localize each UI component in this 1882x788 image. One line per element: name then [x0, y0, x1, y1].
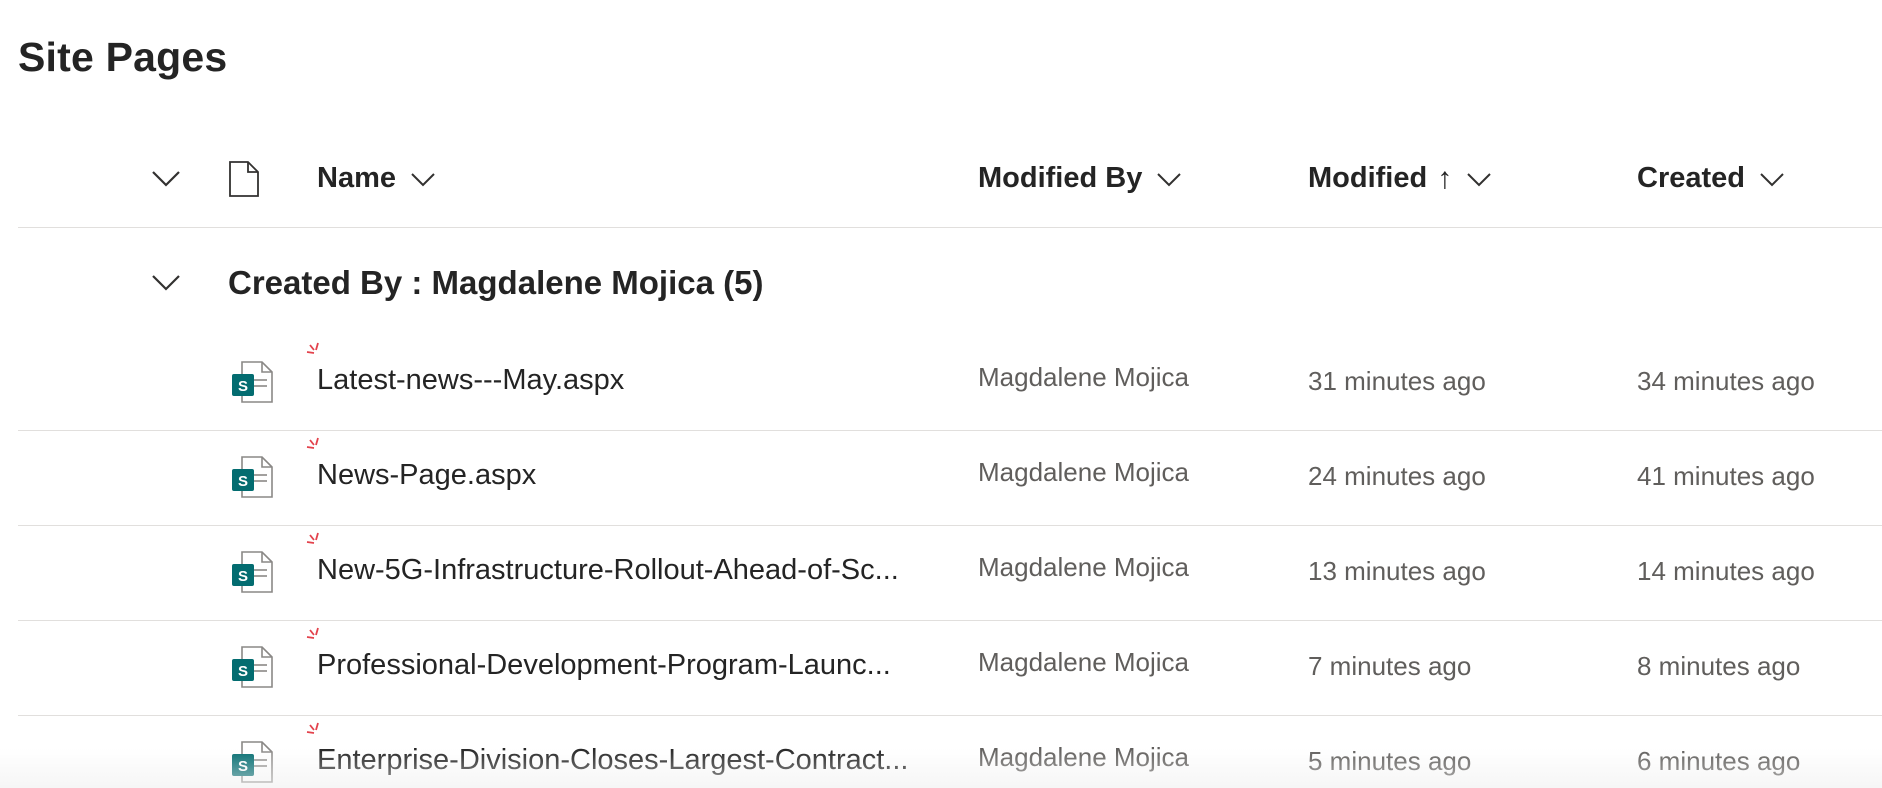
modified-cell: 24 minutes ago: [1308, 461, 1486, 491]
created-cell: 14 minutes ago: [1637, 556, 1815, 586]
modified-cell: 31 minutes ago: [1308, 366, 1486, 396]
table-row[interactable]: S New-5G-Infrastructure-Rollout-Ahead-of…: [18, 526, 1882, 621]
modified-by-cell: Magdalene Mojica: [978, 362, 1190, 392]
modified-by-cell: Magdalene Mojica: [978, 647, 1190, 677]
table-row[interactable]: S Latest-news---May.aspx Magdalene Mojic…: [18, 336, 1882, 431]
column-header-created-label: Created: [1637, 162, 1745, 194]
created-cell: 41 minutes ago: [1637, 461, 1815, 491]
svg-text:S: S: [238, 378, 248, 395]
sharepoint-page-icon: S: [230, 645, 274, 689]
group-header: Created By : Magdalene Mojica (5): [18, 228, 1882, 338]
site-pages-library: Site Pages Name Modified By Modified ↑ C…: [0, 0, 1882, 788]
sharepoint-page-icon: S: [230, 740, 274, 784]
file-type-column-header[interactable]: [226, 130, 262, 227]
group-label: Created By : Magdalene Mojica (5): [228, 264, 764, 301]
chevron-down-icon: [151, 274, 181, 292]
column-header-modified-label: Modified: [1308, 162, 1428, 194]
column-header-name[interactable]: Name: [317, 130, 435, 227]
new-item-sparkle-icon: [304, 532, 324, 552]
sort-ascending-arrow-icon: ↑: [1437, 161, 1453, 195]
created-cell: 8 minutes ago: [1637, 651, 1801, 681]
sharepoint-page-icon: S: [230, 550, 274, 594]
modified-cell: 13 minutes ago: [1308, 556, 1486, 586]
new-item-sparkle-icon: [304, 627, 324, 647]
collapse-group-button[interactable]: [146, 258, 186, 308]
modified-by-cell: Magdalene Mojica: [978, 742, 1190, 772]
new-item-sparkle-icon: [304, 342, 324, 362]
svg-text:S: S: [238, 758, 248, 775]
chevron-down-icon: [1759, 172, 1784, 186]
file-name-link[interactable]: Professional-Development-Program-Launc..…: [317, 649, 957, 682]
modified-by-cell: Magdalene Mojica: [978, 457, 1190, 487]
column-header-row: Name Modified By Modified ↑ Created: [18, 130, 1882, 228]
new-item-sparkle-icon: [304, 722, 324, 742]
modified-cell: 7 minutes ago: [1308, 651, 1472, 681]
sharepoint-page-icon: S: [230, 455, 274, 499]
chevron-down-icon: [1156, 172, 1182, 186]
column-header-modified-by[interactable]: Modified By: [978, 130, 1182, 227]
table-row[interactable]: S Professional-Development-Program-Launc…: [18, 621, 1882, 716]
new-item-sparkle-icon: [304, 437, 324, 457]
created-cell: 34 minutes ago: [1637, 366, 1815, 396]
column-header-created[interactable]: Created: [1637, 130, 1784, 227]
modified-by-cell: Magdalene Mojica: [978, 552, 1190, 582]
page-title: Site Pages: [18, 34, 228, 80]
sharepoint-page-icon: S: [230, 360, 274, 404]
svg-text:S: S: [238, 568, 248, 585]
created-cell: 6 minutes ago: [1637, 746, 1801, 776]
column-header-modified[interactable]: Modified ↑: [1308, 130, 1491, 227]
table-row[interactable]: S Enterprise-Division-Closes-Largest-Con…: [18, 716, 1882, 788]
file-name-link[interactable]: New-5G-Infrastructure-Rollout-Ahead-of-S…: [317, 554, 957, 587]
chevron-down-icon: [151, 170, 181, 188]
chevron-down-icon: [410, 172, 435, 186]
column-header-modified-by-label: Modified By: [978, 162, 1143, 194]
svg-text:S: S: [238, 663, 248, 680]
file-name-link[interactable]: News-Page.aspx: [317, 459, 957, 492]
chevron-down-icon: [1466, 172, 1491, 186]
document-icon: [228, 160, 260, 198]
modified-cell: 5 minutes ago: [1308, 746, 1472, 776]
file-name-link[interactable]: Enterprise-Division-Closes-Largest-Contr…: [317, 744, 957, 777]
svg-text:S: S: [238, 473, 248, 490]
file-name-link[interactable]: Latest-news---May.aspx: [317, 364, 957, 397]
column-header-name-label: Name: [317, 162, 396, 194]
table-row[interactable]: S News-Page.aspx Magdalene Mojica 24 min…: [18, 431, 1882, 526]
collapse-all-groups-button[interactable]: [146, 130, 186, 227]
